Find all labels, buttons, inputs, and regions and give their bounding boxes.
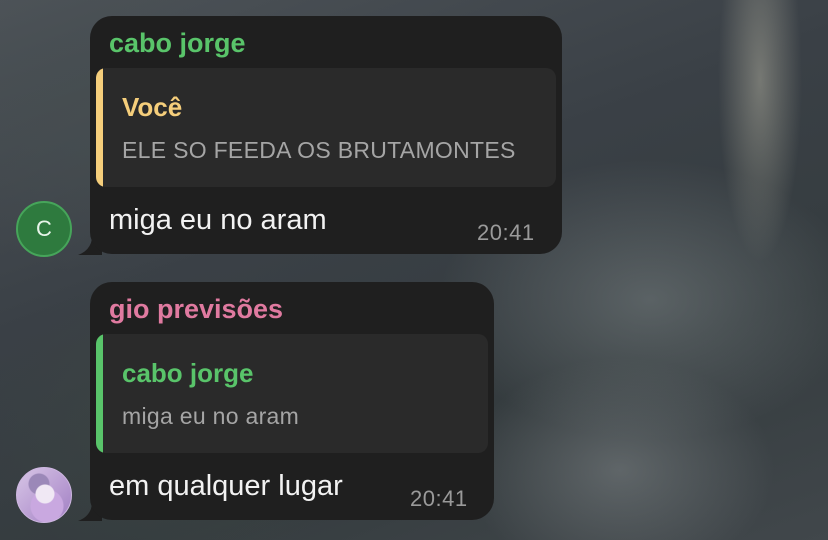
- reply-sender: Você: [122, 92, 183, 122]
- reply-bar: [96, 68, 103, 187]
- reply-text: ELE SO FEEDA OS BRUTAMONTES: [122, 137, 516, 163]
- sender-name[interactable]: cabo jorge: [109, 28, 246, 59]
- message-text: em qualquer lugar: [109, 470, 343, 502]
- reply-sender: cabo jorge: [122, 358, 254, 388]
- reply-text: miga eu no aram: [122, 403, 300, 429]
- message-bubble[interactable]: cabo jorge Você ELE SO FEEDA OS BRUTAMON…: [90, 16, 562, 254]
- avatar[interactable]: C: [16, 201, 72, 257]
- message-text: miga eu no aram: [109, 204, 327, 236]
- reply-preview[interactable]: cabo jorge miga eu no aram: [96, 334, 488, 453]
- reply-preview[interactable]: Você ELE SO FEEDA OS BRUTAMONTES: [96, 68, 556, 187]
- message-bubble[interactable]: gio previsões cabo jorge miga eu no aram…: [90, 282, 494, 520]
- sender-name[interactable]: gio previsões: [109, 294, 283, 325]
- message-time: 20:41: [410, 486, 468, 511]
- avatar-initial: C: [36, 216, 52, 241]
- avatar[interactable]: [16, 467, 72, 523]
- message-time: 20:41: [477, 220, 535, 245]
- reply-bar: [96, 334, 103, 453]
